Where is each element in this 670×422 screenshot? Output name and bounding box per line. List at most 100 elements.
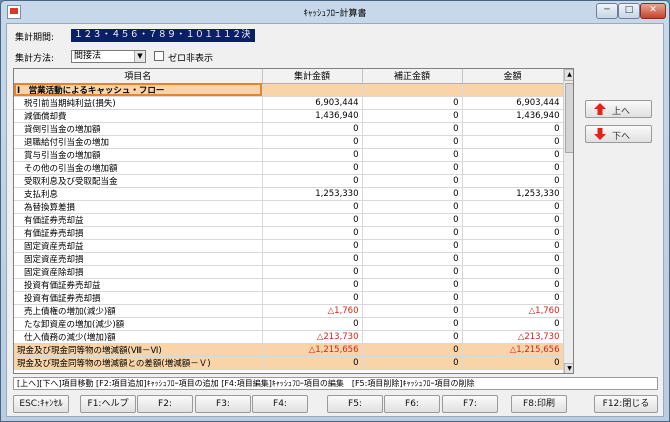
table-row[interactable]: 有価証券売却益 0 0 0: [14, 213, 564, 227]
table-row[interactable]: その他の引当金の増加額 0 0 0: [14, 161, 564, 175]
chevron-down-icon[interactable]: ▼: [134, 51, 145, 62]
row-amount: 0: [462, 174, 564, 188]
row-amount: 0: [462, 122, 564, 136]
table-row[interactable]: 減価償却費 1,436,940 0 1,436,940: [14, 109, 564, 123]
table-row[interactable]: 固定資産除却損 0 0 0: [14, 265, 564, 279]
row-adjust-amount[interactable]: 0: [362, 291, 463, 305]
f5-button[interactable]: F5:: [327, 395, 383, 413]
table-row[interactable]: 現金及び現金同等物の増減額との差額(増減額－Ｖ) 0 0 0: [14, 356, 564, 370]
zero-hide-checkbox[interactable]: [154, 51, 164, 61]
table-row[interactable]: 投資有価証券売却益 0 0 0: [14, 278, 564, 292]
row-amount: 0: [462, 265, 564, 279]
row-adjust-amount[interactable]: 0: [362, 265, 463, 279]
window-title: ｷｬｯｼｭﾌﾛｰ計算書: [303, 9, 367, 19]
app-window: ｷｬｯｼｭﾌﾛｰ計算書 ─ □ ✕ 集計期間: １２３・４５６・７８９・１０１１…: [0, 0, 670, 422]
scroll-up-icon[interactable]: ▲: [564, 69, 573, 81]
scroll-down-icon[interactable]: ▼: [564, 363, 573, 373]
row-item-name: 支払利息: [14, 187, 263, 201]
row-adjust-amount[interactable]: 0: [362, 252, 463, 266]
row-adjust-amount[interactable]: 0: [362, 343, 463, 357]
cashflow-grid[interactable]: 項目名 集計金額 補正金額 金額 Ⅰ 営業活動によるキャッシュ・フロー 税引前当期…: [13, 68, 574, 374]
row-adjust-amount[interactable]: 0: [362, 135, 463, 149]
row-adjust-amount[interactable]: 0: [362, 148, 463, 162]
f2-button[interactable]: F2:: [137, 395, 193, 413]
f8-print-button[interactable]: F8:印刷: [511, 395, 567, 413]
vertical-scrollbar[interactable]: ▲ ▼: [563, 69, 573, 373]
f3-button[interactable]: F3:: [195, 395, 251, 413]
column-header-amount[interactable]: 金額: [462, 69, 564, 84]
row-amount: 0: [462, 356, 564, 370]
row-adjust-amount[interactable]: 0: [362, 109, 463, 123]
row-item-name: 税引前当期純利益(損失): [14, 96, 263, 110]
row-total-amount: 1,253,330: [262, 187, 363, 201]
f6-button[interactable]: F6:: [384, 395, 440, 413]
period-field[interactable]: １２３・４５６・７８９・１０１１１２決: [71, 29, 255, 42]
row-item-name: Ⅰ 営業活動によるキャッシュ・フロー: [14, 83, 263, 97]
row-adjust-amount[interactable]: 0: [362, 239, 463, 253]
column-header-adjust[interactable]: 補正金額: [362, 69, 463, 84]
table-row[interactable]: 固定資産売却益 0 0 0: [14, 239, 564, 253]
column-header-total[interactable]: 集計金額: [262, 69, 363, 84]
esc-cancel-button[interactable]: ESC:ｷｬﾝｾﾙ: [13, 395, 69, 413]
row-adjust-amount[interactable]: 0: [362, 174, 463, 188]
maximize-icon: □: [624, 5, 634, 15]
table-row[interactable]: 売上債権の増加(減少)額 △1,760 0 △1,760: [14, 304, 564, 318]
row-item-name: 退職給付引当金の増加: [14, 135, 263, 149]
row-adjust-amount[interactable]: 0: [362, 356, 463, 370]
row-adjust-amount[interactable]: 0: [362, 278, 463, 292]
row-item-name: 貸倒引当金の増加額: [14, 122, 263, 136]
method-select[interactable]: 間接法 ▼: [71, 50, 146, 63]
table-row[interactable]: 賞与引当金の増加額 0 0 0: [14, 148, 564, 162]
row-adjust-amount[interactable]: 0: [362, 161, 463, 175]
row-amount: 1,436,940: [462, 109, 564, 123]
row-adjust-amount[interactable]: 0: [362, 304, 463, 318]
table-row[interactable]: 固定資産売却損 0 0 0: [14, 252, 564, 266]
f1-help-button[interactable]: F1:ヘルプ: [80, 395, 136, 413]
row-amount: 0: [462, 226, 564, 240]
row-adjust-amount[interactable]: 0: [362, 213, 463, 227]
table-row[interactable]: 退職給付引当金の増加 0 0 0: [14, 135, 564, 149]
scroll-thumb[interactable]: [565, 83, 573, 153]
table-row[interactable]: Ⅰ 営業活動によるキャッシュ・フロー: [14, 83, 564, 97]
row-adjust-amount[interactable]: 0: [362, 330, 463, 344]
row-adjust-amount[interactable]: 0: [362, 122, 463, 136]
method-select-value: 間接法: [74, 51, 102, 61]
maximize-button[interactable]: □: [618, 3, 640, 19]
minimize-button[interactable]: ─: [596, 3, 618, 19]
row-adjust-amount[interactable]: 0: [362, 96, 463, 110]
f7-button[interactable]: F7:: [442, 395, 498, 413]
title-bar[interactable]: ｷｬｯｼｭﾌﾛｰ計算書 ─ □ ✕: [1, 1, 669, 23]
client-area: 集計期間: １２３・４５６・７８９・１０１１１２決 集計方法: 間接法 ▼ ゼロ…: [6, 23, 664, 417]
row-item-name: 売上債権の増加(減少)額: [14, 304, 263, 318]
f12-close-button[interactable]: F12:閉じる: [594, 395, 658, 413]
table-row[interactable]: 支払利息 1,253,330 0 1,253,330: [14, 187, 564, 201]
row-total-amount: 0: [262, 239, 363, 253]
row-adjust-amount[interactable]: 0: [362, 200, 463, 214]
row-item-name: 仕入債務の減少(増加)額: [14, 330, 263, 344]
row-total-amount: [262, 83, 363, 97]
table-row[interactable]: 仕入債務の減少(増加)額 △213,730 0 △213,730: [14, 330, 564, 344]
f4-button[interactable]: F4:: [252, 395, 308, 413]
table-row[interactable]: たな卸資産の増加(減少)額 0 0 0: [14, 317, 564, 331]
row-adjust-amount[interactable]: 0: [362, 226, 463, 240]
table-row[interactable]: 有価証券売却損 0 0 0: [14, 226, 564, 240]
row-item-name: 現金及び現金同等物の増減額(Ⅷ－Ⅵ): [14, 343, 263, 357]
move-up-button[interactable]: 上へ: [585, 100, 652, 118]
row-item-name: 受取利息及び受取配当金: [14, 174, 263, 188]
table-row[interactable]: 為替換算差損 0 0 0: [14, 200, 564, 214]
column-header-item[interactable]: 項目名: [14, 69, 263, 84]
table-row[interactable]: 税引前当期純利益(損失) 6,903,444 0 6,903,444: [14, 96, 564, 110]
table-row[interactable]: 投資有価証券売却損 0 0 0: [14, 291, 564, 305]
close-button[interactable]: ✕: [640, 3, 666, 19]
close-icon: ✕: [649, 5, 657, 15]
row-total-amount: 0: [262, 291, 363, 305]
row-adjust-amount[interactable]: 0: [362, 187, 463, 201]
row-adjust-amount[interactable]: 0: [362, 317, 463, 331]
table-row[interactable]: 受取利息及び受取配当金 0 0 0: [14, 174, 564, 188]
row-adjust-amount[interactable]: [362, 83, 463, 97]
move-down-button[interactable]: 下へ: [585, 125, 652, 143]
row-total-amount: △1,760: [262, 304, 363, 318]
table-row[interactable]: 貸倒引当金の増加額 0 0 0: [14, 122, 564, 136]
table-row[interactable]: 現金及び現金同等物の増減額(Ⅷ－Ⅵ) △1,215,656 0 △1,215,656: [14, 343, 564, 357]
row-amount: 0: [462, 161, 564, 175]
